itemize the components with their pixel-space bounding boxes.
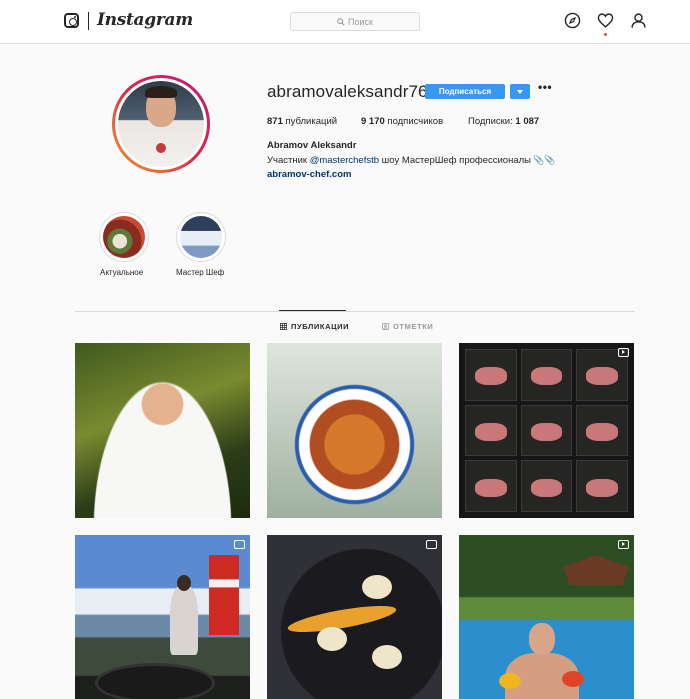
post-thumbnail-vegetable-stew[interactable] bbox=[267, 343, 442, 518]
profile-username: abramovaleksandr76 bbox=[267, 82, 428, 101]
post-thumbnail-pool[interactable] bbox=[459, 535, 634, 699]
highlight-cover-image bbox=[180, 216, 222, 258]
masterchef-logo-icon bbox=[156, 143, 166, 153]
active-tab-indicator bbox=[279, 310, 346, 311]
tagged-user-icon bbox=[382, 323, 389, 330]
profile-bio: Участник @masterchefstb шоу МастерШеф пр… bbox=[267, 155, 555, 166]
posts-label: публикаций bbox=[285, 116, 338, 127]
post-thumbnail-chef-portrait[interactable] bbox=[75, 343, 250, 518]
post-thumbnail-meat-cuts[interactable] bbox=[459, 343, 634, 518]
tab-tagged[interactable]: ОТМЕТКИ bbox=[382, 322, 433, 331]
tab-tagged-label: ОТМЕТКИ bbox=[393, 322, 434, 331]
highlight-cover-image bbox=[103, 216, 145, 258]
profile-icon[interactable] bbox=[630, 12, 647, 29]
explore-compass-icon[interactable] bbox=[564, 12, 581, 29]
posts-count-stat: 871 публикаций bbox=[267, 116, 337, 127]
profile-website-link[interactable]: abramov-chef.com bbox=[267, 169, 351, 180]
tab-posts-label: ПУБЛИКАЦИИ bbox=[291, 322, 350, 331]
profile-full-name: Abramov Aleksandr bbox=[267, 140, 357, 151]
search-icon bbox=[337, 17, 345, 26]
more-options-button[interactable]: ••• bbox=[538, 80, 552, 94]
follow-button[interactable]: Подписаться bbox=[425, 84, 505, 99]
tabs-divider bbox=[75, 311, 635, 312]
highlight-label: Актуальное bbox=[100, 268, 144, 277]
top-navigation-bar: Instagram Поиск bbox=[0, 0, 690, 44]
bio-text-prefix: Участник bbox=[267, 155, 310, 166]
video-badge-icon bbox=[618, 540, 629, 549]
carousel-badge-icon bbox=[234, 540, 245, 549]
bio-mention-link[interactable]: @masterchefstb bbox=[310, 155, 379, 166]
following-label: Подписки: bbox=[468, 116, 513, 127]
paperclip-emoji-icon: 📎📎 bbox=[532, 156, 556, 166]
video-badge-icon bbox=[618, 348, 629, 357]
story-highlight-actual[interactable] bbox=[99, 212, 149, 262]
followers-count: 9 170 bbox=[361, 116, 385, 127]
search-input[interactable]: Поиск bbox=[290, 12, 420, 31]
highlight-label: Мастер Шеф bbox=[176, 268, 225, 277]
instagram-camera-icon[interactable] bbox=[64, 13, 79, 28]
posts-count: 871 bbox=[267, 116, 283, 127]
search-placeholder: Поиск bbox=[348, 16, 373, 27]
carousel-badge-icon bbox=[426, 540, 437, 549]
heart-icon[interactable] bbox=[597, 12, 614, 29]
logo-divider bbox=[88, 12, 89, 30]
profile-avatar-story-ring[interactable] bbox=[112, 75, 210, 173]
followers-label: подписчиков bbox=[387, 116, 444, 127]
story-highlight-masterchef[interactable] bbox=[176, 212, 226, 262]
activity-notification-dot bbox=[604, 33, 607, 36]
post-thumbnail-scallops[interactable] bbox=[267, 535, 442, 699]
instagram-logo-text[interactable]: Instagram bbox=[97, 10, 193, 30]
followers-count-stat[interactable]: 9 170 подписчиков bbox=[361, 116, 443, 127]
bio-text-suffix: шоу МастерШеф профессионалы bbox=[379, 155, 531, 166]
following-count-stat[interactable]: Подписки: 1 087 bbox=[468, 116, 539, 127]
following-count: 1 087 bbox=[515, 116, 540, 127]
grid-icon bbox=[280, 323, 287, 330]
post-thumbnail-lighthouse-grill[interactable] bbox=[75, 535, 250, 699]
suggestions-dropdown-button[interactable] bbox=[510, 84, 530, 99]
tab-posts[interactable]: ПУБЛИКАЦИИ bbox=[280, 322, 349, 331]
avatar bbox=[118, 81, 204, 167]
